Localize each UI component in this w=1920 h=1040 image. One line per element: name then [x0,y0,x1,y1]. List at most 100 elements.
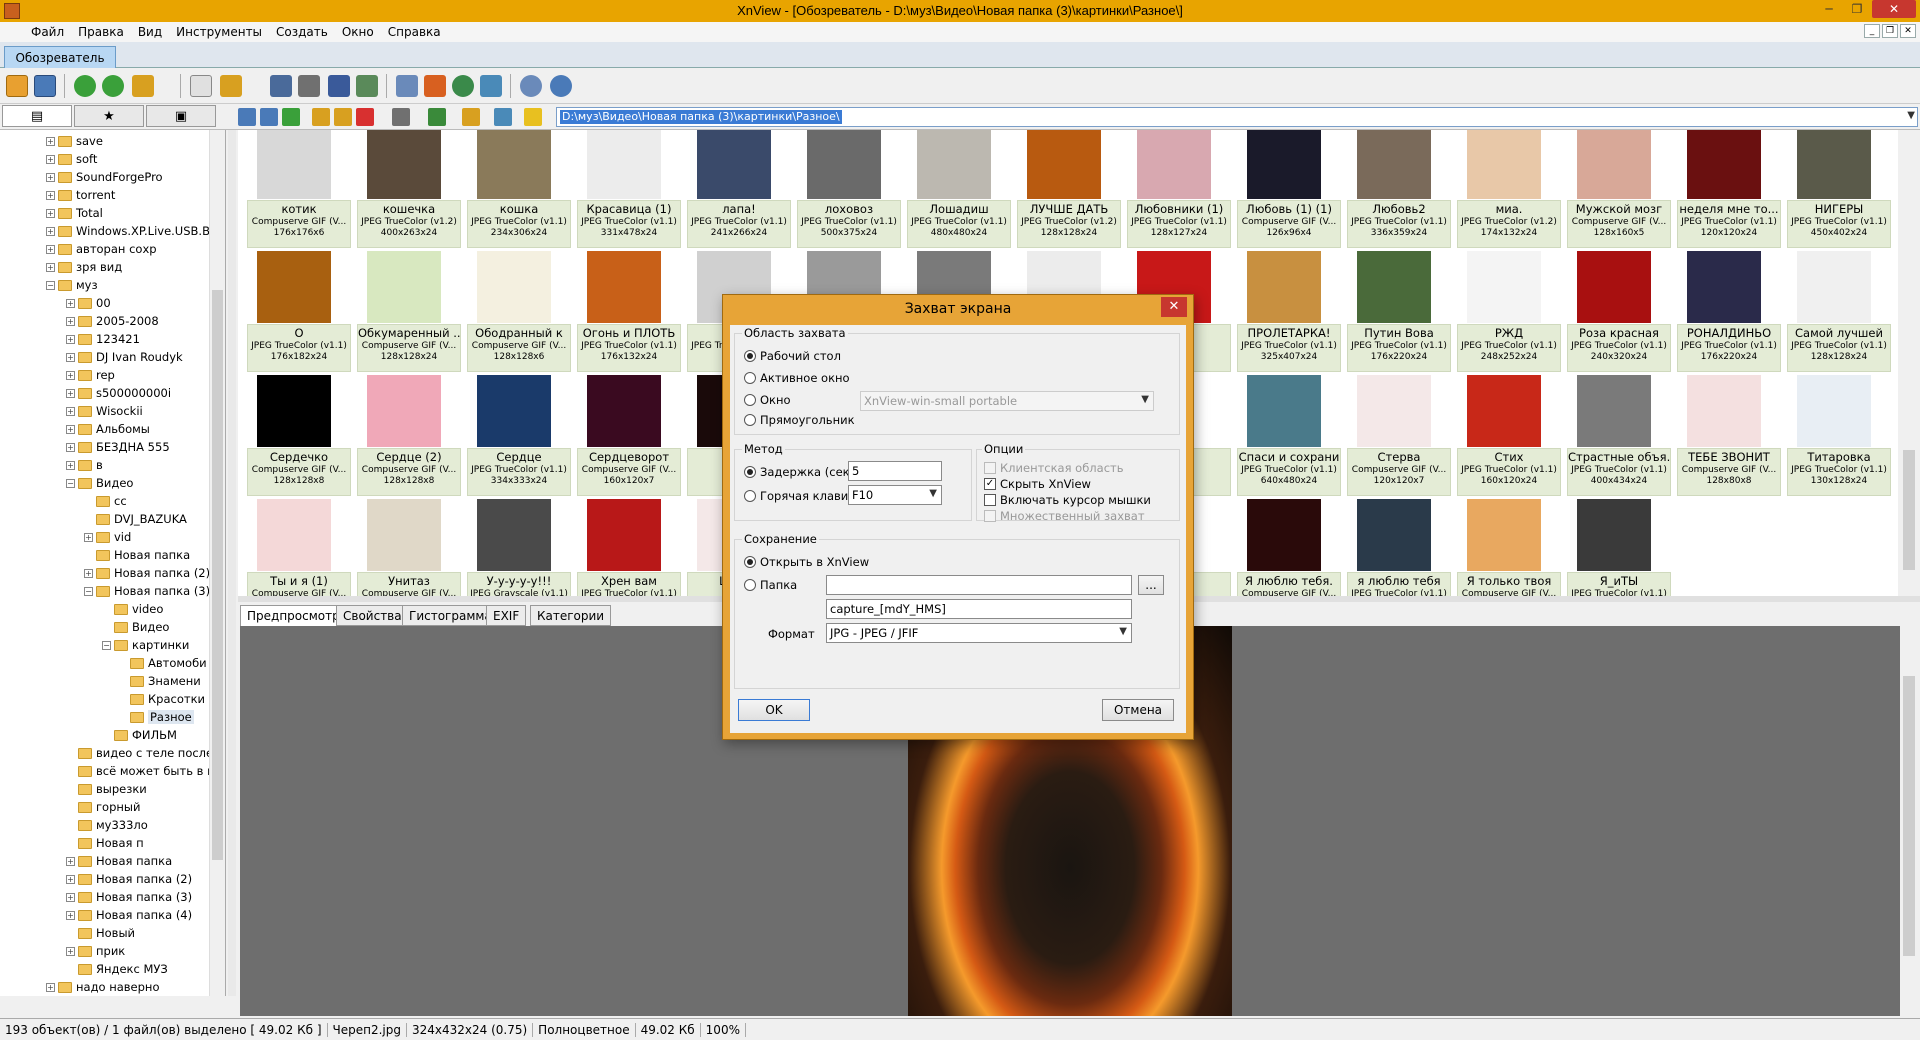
thumbnail-item[interactable]: Хрен вамJPEG TrueColor (v1.1)122x113x8 [574,496,681,596]
thumbnail-item[interactable]: Огонь и ПЛОТЬ JPEG TrueColor (v1.1) 176x13… [574,248,681,372]
menu-file[interactable]: Файл [24,22,71,42]
thumbnail-item[interactable]: Сердце JPEG TrueColor (v1.1) 334x333x24 [464,372,571,496]
thumbnail-item[interactable]: У-у-у-у-у!!!JPEG Grayscale (v1.1)266x351… [464,496,571,596]
tab-preview[interactable]: Предпросмотр [240,605,347,626]
folders-tab-icon[interactable]: ▤ [2,105,72,127]
thumbnail-item[interactable]: Лошадиш JPEG TrueColor (v1.1) 480x480x24 [904,130,1011,248]
tree-node[interactable]: cc [84,492,127,510]
tree-node[interactable]: всё может быть в па [66,762,222,780]
thumbnail-image[interactable] [1797,375,1871,447]
thumbnail-item[interactable]: НИГЕРЫ JPEG TrueColor (v1.1) 450x402x24 [1784,130,1891,248]
radio-delay[interactable]: Задержка (сек) [744,465,854,479]
browser-icon[interactable] [6,75,28,97]
tree-node[interactable]: − муз [46,276,98,294]
menu-tools[interactable]: Инструменты [169,22,269,42]
thumbnail-item[interactable]: Я только твояCompuserve GIF (V...120x120… [1454,496,1561,596]
expand-icon[interactable]: + [66,352,75,362]
expand-icon[interactable]: + [46,982,55,992]
thumbnail-image[interactable] [1357,130,1431,199]
mdi-minimize-icon[interactable]: _ [1864,24,1880,38]
thumbnail-image[interactable] [477,375,551,447]
convert-icon[interactable] [480,75,502,97]
scrollbar-thumb[interactable] [1903,450,1915,570]
tree-node[interactable]: + надо наверно [46,978,159,996]
expand-icon[interactable]: + [46,208,55,218]
rename-icon[interactable] [334,108,352,126]
thumbnail-image[interactable] [1577,499,1651,571]
radio-dot[interactable] [744,466,756,478]
slideshow-icon[interactable] [356,75,378,97]
thumbnail-image[interactable] [587,251,661,323]
thumbnail-image[interactable] [367,499,441,571]
expand-icon[interactable]: + [46,226,55,236]
expand-icon[interactable]: + [46,136,55,146]
thumbnail-item[interactable]: Любовь2 JPEG TrueColor (v1.1) 336x359x24 [1344,130,1451,248]
capture-icon[interactable] [396,75,418,97]
thumbnail-image[interactable] [367,130,441,199]
thumbnail-image[interactable] [1247,251,1321,323]
tree-node[interactable]: Новая папка [84,546,190,564]
tree-node[interactable]: Видео [102,618,169,636]
thumbnail-image[interactable] [1247,499,1321,571]
tab-browser[interactable]: Обозреватель [4,46,116,68]
expand-icon[interactable]: + [66,316,75,326]
tree-node[interactable]: му333ло [66,816,148,834]
tree-node[interactable]: +00 [66,294,111,312]
folder-input[interactable] [826,575,1132,595]
checkbox-client-area[interactable]: Клиентская область [984,461,1124,475]
thumbnail-item[interactable]: Сердце (2) Compuserve GIF (V... 128x128x8 [354,372,461,496]
thumbnail-image[interactable] [257,375,331,447]
preview-scrollbar[interactable] [1900,626,1918,1016]
chevron-down-icon[interactable]: ▼ [1907,110,1915,121]
tab-histogram[interactable]: Гистограмма [402,605,499,626]
thumbnail-image[interactable] [587,130,661,199]
settings-gear-icon[interactable] [520,75,542,97]
thumbnail-image[interactable] [367,251,441,323]
thumbnail-image[interactable] [1687,375,1761,447]
thumbnail-item[interactable]: лапа! JPEG TrueColor (v1.1) 241x266x24 [684,130,791,248]
tree-node[interactable]: + DJ Ivan Roudyk [66,348,183,366]
thumbnail-image[interactable] [1577,130,1651,199]
tree-node[interactable]: видео с теле послед [66,744,221,762]
radio-dot[interactable] [744,414,756,426]
tree-node[interactable]: + в [66,456,103,474]
sort-icon[interactable] [428,108,446,126]
thumbnail-image[interactable] [1137,130,1211,199]
thumbnail-image[interactable] [1687,130,1761,199]
thumbnail-image[interactable] [1357,251,1431,323]
tree-node[interactable]: DVJ_BAZUKA [84,510,187,528]
thumbnail-item[interactable]: Сердечко Compuserve GIF (V... 128x128x8 [244,372,351,496]
tree-node[interactable]: + Новая папка (2) [66,870,192,888]
new-folder-icon[interactable] [312,108,330,126]
web-icon[interactable] [424,75,446,97]
tree-node[interactable]: вырезки [66,780,147,798]
thumbnail-item[interactable]: Самой лучшей JPEG TrueColor (v1.1) 128x128… [1784,248,1891,372]
vertical-splitter[interactable] [228,130,236,996]
filename-input[interactable]: capture_[mdY_HMS] [826,599,1132,619]
globe-icon[interactable] [452,75,474,97]
thumbnail-item[interactable]: Роза красная JPEG TrueColor (v1.1) 240x320… [1564,248,1671,372]
tree-node[interactable]: + Windows.XP.Live.USB.Bl [46,222,213,240]
cancel-button[interactable]: Отмена [1102,699,1174,721]
radio-desktop[interactable]: Рабочий стол [744,349,841,363]
scrollbar-thumb[interactable] [212,290,223,860]
tree-node[interactable]: Новая п [66,834,144,852]
thumbnail-image[interactable] [257,130,331,199]
menu-help[interactable]: Справка [381,22,448,42]
thumbnail-item[interactable]: О JPEG TrueColor (v1.1) 176x182x24 [244,248,351,372]
tree-node[interactable]: +2005-2008 [66,312,159,330]
tree-node[interactable]: + save [46,132,103,150]
sync-icon[interactable] [494,108,512,126]
tree-node[interactable]: − Новая папка (3) [84,582,210,600]
info-icon[interactable] [550,75,572,97]
thumbnail-image[interactable] [587,375,661,447]
check-icon[interactable]: ✓ [984,478,996,490]
tree-node[interactable]: Новый [66,924,135,942]
thumbnail-item[interactable]: я люблю тебяJPEG TrueColor (v1.1)286x235… [1344,496,1451,596]
favorites-tab-icon[interactable]: ★ [74,105,144,127]
thumbnail-item[interactable]: Спаси и сохрани JPEG TrueColor (v1.1) 640x… [1234,372,1341,496]
expand-icon[interactable]: + [66,334,75,344]
thumbnail-item[interactable]: Я_иТЫJPEG TrueColor (v1.1)348x267x24 [1564,496,1671,596]
move-icon[interactable] [220,75,242,97]
tree-node[interactable]: video [102,600,163,618]
